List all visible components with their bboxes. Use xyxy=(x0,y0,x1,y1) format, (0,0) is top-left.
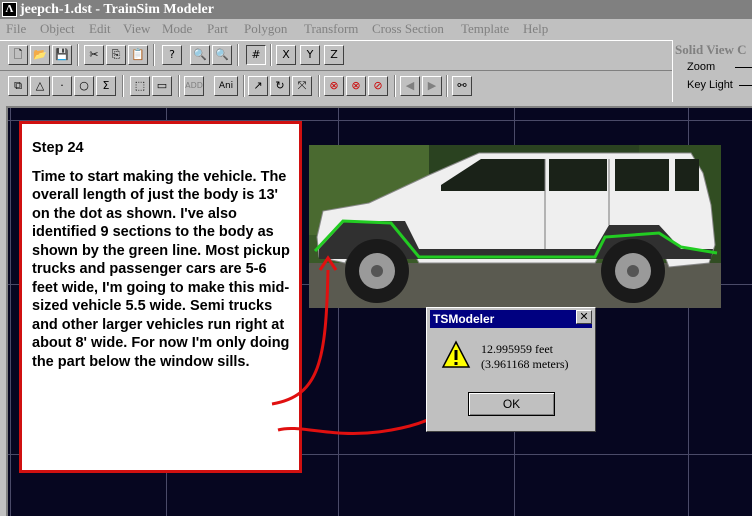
measurement-feet: 12.995959 feet xyxy=(481,342,553,356)
dialog-title-bar: TSModeler xyxy=(430,310,592,328)
annotation-arrows xyxy=(271,255,451,436)
dialog-title: TSModeler xyxy=(433,312,495,326)
measurement-meters: (3.961168 meters) xyxy=(481,357,569,371)
dialog-close-button[interactable]: ✕ xyxy=(576,310,592,324)
arrow-to-dialog xyxy=(277,408,447,436)
close-icon: ✕ xyxy=(579,310,589,323)
measurement-dialog: TSModeler ✕ 12.995959 feet (3.961168 met… xyxy=(426,307,596,432)
arrow-to-photo xyxy=(271,269,330,406)
ok-button[interactable]: OK xyxy=(468,392,555,416)
dialog-message: 12.995959 feet (3.961168 meters) xyxy=(481,342,569,372)
warning-icon xyxy=(441,340,471,368)
